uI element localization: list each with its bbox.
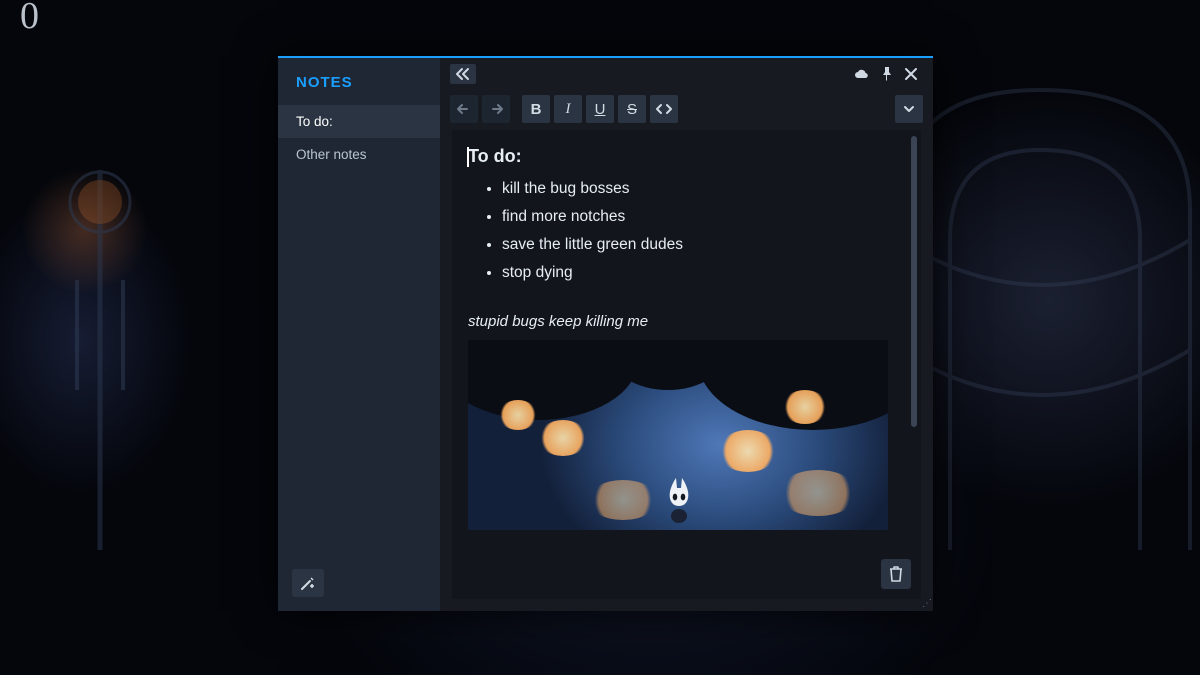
redo-button[interactable]: [482, 95, 510, 123]
note-heading-text: To do:: [468, 146, 522, 166]
lamp-silhouette: [55, 130, 145, 550]
pin-button[interactable]: [875, 63, 899, 85]
notes-sidebar: NOTES To do: Other notes: [278, 58, 440, 611]
sidebar-item-todo[interactable]: To do:: [278, 105, 440, 138]
pin-icon: [881, 67, 893, 81]
hud-counter: 0: [20, 0, 39, 38]
note-caption[interactable]: stupid bugs keep killing me: [468, 313, 899, 330]
wand-plus-icon: [300, 575, 316, 591]
cloud-icon: [853, 67, 869, 81]
trash-icon: [889, 566, 903, 582]
notes-overlay-window: NOTES To do: Other notes: [278, 56, 933, 611]
chevrons-left-icon: [455, 67, 471, 81]
italic-button[interactable]: I: [554, 95, 582, 123]
delete-note-button[interactable]: [881, 559, 911, 589]
code-button[interactable]: [650, 95, 678, 123]
code-icon: [655, 102, 673, 116]
underline-button[interactable]: U: [586, 95, 614, 123]
editor-toolbar: B I U S: [440, 90, 933, 128]
underline-glyph: U: [595, 101, 606, 118]
list-item[interactable]: stop dying: [502, 259, 899, 287]
list-item[interactable]: kill the bug bosses: [502, 175, 899, 203]
note-list: To do: Other notes: [278, 105, 440, 569]
chevron-down-icon: [902, 102, 916, 116]
knight-character-icon: [662, 476, 696, 524]
cloud-upload-button[interactable]: [847, 63, 875, 85]
new-note-button[interactable]: [292, 569, 324, 597]
resize-grip-icon[interactable]: ⋰: [922, 598, 930, 609]
todo-list[interactable]: kill the bug bosses find more notches sa…: [468, 175, 899, 287]
window-topbar: [440, 58, 933, 90]
arches-silhouette: [890, 30, 1200, 550]
strikethrough-button[interactable]: S: [618, 95, 646, 123]
more-formatting-button[interactable]: [895, 95, 923, 123]
note-heading[interactable]: To do:: [468, 146, 899, 167]
sidebar-title: NOTES: [278, 58, 440, 105]
undo-button[interactable]: [450, 95, 478, 123]
undo-icon: [456, 102, 472, 116]
close-icon: [905, 68, 917, 80]
bold-button[interactable]: B: [522, 95, 550, 123]
embedded-screenshot[interactable]: [468, 340, 888, 530]
editor-content[interactable]: To do: kill the bug bosses find more not…: [452, 130, 921, 599]
collapse-sidebar-button[interactable]: [450, 64, 476, 84]
list-item[interactable]: find more notches: [502, 203, 899, 231]
redo-icon: [488, 102, 504, 116]
editor-area[interactable]: To do: kill the bug bosses find more not…: [452, 130, 921, 599]
note-content-pane: B I U S To do:: [440, 58, 933, 611]
close-button[interactable]: [899, 64, 923, 84]
list-item[interactable]: save the little green dudes: [502, 231, 899, 259]
bold-glyph: B: [531, 101, 542, 118]
text-caret: [467, 147, 469, 167]
strike-glyph: S: [627, 101, 637, 118]
sidebar-item-other[interactable]: Other notes: [278, 138, 440, 171]
italic-glyph: I: [566, 101, 571, 118]
